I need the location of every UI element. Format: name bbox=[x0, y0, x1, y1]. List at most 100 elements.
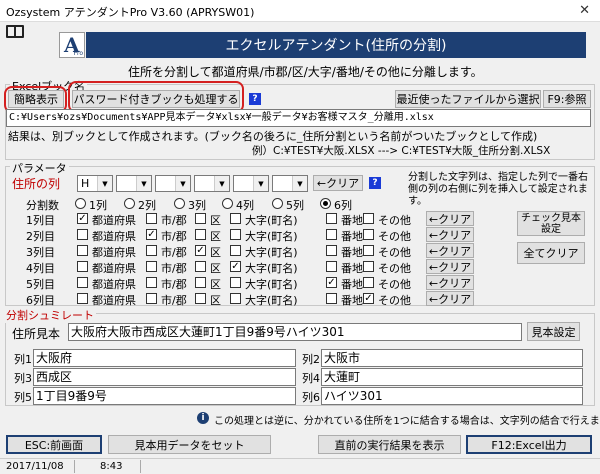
row-label: 1列目 bbox=[26, 214, 55, 227]
sample-set-button[interactable]: 見本設定 bbox=[527, 322, 580, 341]
app-logo: A Pro bbox=[59, 32, 85, 58]
address-column-label: 住所の列 bbox=[12, 177, 61, 191]
row-1-checkbox-4[interactable] bbox=[230, 213, 241, 224]
row-label: 6列目 bbox=[26, 294, 55, 307]
column-select-4[interactable]: ▼ bbox=[194, 175, 230, 192]
checkbox-label: 市/郡 bbox=[161, 262, 187, 275]
row-2-checkbox-4[interactable] bbox=[230, 229, 241, 240]
row-6-checkbox-1[interactable] bbox=[77, 293, 88, 304]
split-radio-label: 3列 bbox=[188, 199, 206, 212]
row-5-checkbox-3[interactable] bbox=[195, 277, 206, 288]
split-radio-1[interactable] bbox=[75, 198, 86, 209]
excel-path-field[interactable]: C:¥Users¥ozs¥Documents¥APP見本データ¥xlsx¥一般デ… bbox=[6, 109, 591, 127]
sample-address-field[interactable]: 大阪府大阪市西成区大蓮町1丁目9番9号ハイツ301 bbox=[68, 323, 522, 341]
row-3-checkbox-2[interactable] bbox=[146, 245, 157, 256]
sample-data-button[interactable]: 見本用データをセット bbox=[108, 435, 271, 454]
split-radio-5[interactable] bbox=[272, 198, 283, 209]
row-6-checkbox-2[interactable] bbox=[146, 293, 157, 304]
row-5-checkbox-6[interactable] bbox=[363, 277, 374, 288]
split-radio-label: 2列 bbox=[138, 199, 156, 212]
checkbox-label: 都道府県 bbox=[92, 278, 136, 291]
sim-column-field[interactable]: 大蓮町 bbox=[321, 368, 583, 386]
row-clear-button[interactable]: ←クリア bbox=[426, 227, 474, 242]
column-select-1[interactable]: H ▼ bbox=[77, 175, 113, 192]
row-4-checkbox-5[interactable] bbox=[326, 261, 337, 272]
column-select-6[interactable]: ▼ bbox=[272, 175, 308, 192]
split-radio-label: 4列 bbox=[236, 199, 254, 212]
book-icon[interactable] bbox=[6, 25, 24, 38]
column-select-3[interactable]: ▼ bbox=[155, 175, 191, 192]
row-clear-button[interactable]: ←クリア bbox=[426, 291, 474, 306]
recent-files-button[interactable]: 最近使ったファイルから選択 bbox=[395, 90, 541, 108]
row-2-checkbox-6[interactable] bbox=[363, 229, 374, 240]
row-clear-button[interactable]: ←クリア bbox=[426, 259, 474, 274]
row-3-checkbox-5[interactable] bbox=[326, 245, 337, 256]
row-2-checkbox-5[interactable] bbox=[326, 229, 337, 240]
row-5-checkbox-1[interactable] bbox=[77, 277, 88, 288]
row-2-checkbox-2[interactable]: ✓ bbox=[146, 229, 157, 240]
row-2-checkbox-3[interactable] bbox=[195, 229, 206, 240]
row-5-checkbox-4[interactable] bbox=[230, 277, 241, 288]
window-title: Ozsystem アテンダントPro V3.60 (APRYSW01) bbox=[6, 6, 255, 19]
column-select-5[interactable]: ▼ bbox=[233, 175, 269, 192]
row-clear-button[interactable]: ←クリア bbox=[426, 275, 474, 290]
checkbox-label: 番地 bbox=[341, 246, 363, 259]
sim-column-label: 列5 bbox=[14, 391, 32, 404]
result-note: 結果は、別ブックとして作成されます。(ブック名の後ろに_住所分割という名前がつい… bbox=[8, 130, 538, 143]
split-radio-3[interactable] bbox=[174, 198, 185, 209]
split-radio-4[interactable] bbox=[222, 198, 233, 209]
column-help-button[interactable]: ? bbox=[369, 177, 381, 189]
row-4-checkbox-1[interactable] bbox=[77, 261, 88, 272]
checkbox-label: 市/郡 bbox=[161, 278, 187, 291]
row-4-checkbox-2[interactable] bbox=[146, 261, 157, 272]
close-icon[interactable]: ✕ bbox=[579, 3, 590, 18]
checkbox-label: 番地 bbox=[341, 262, 363, 275]
row-5-checkbox-5[interactable]: ✓ bbox=[326, 277, 337, 288]
split-count-label: 分割数 bbox=[26, 199, 59, 212]
row-6-checkbox-4[interactable] bbox=[230, 293, 241, 304]
last-result-button[interactable]: 直前の実行結果を表示 bbox=[318, 435, 461, 454]
checkbox-label: 番地 bbox=[341, 214, 363, 227]
row-4-checkbox-6[interactable] bbox=[363, 261, 374, 272]
row-1-checkbox-5[interactable] bbox=[326, 213, 337, 224]
row-1-checkbox-6[interactable] bbox=[363, 213, 374, 224]
esc-back-button[interactable]: ESC:前画面 bbox=[6, 435, 102, 454]
f9-browse-button[interactable]: F9:参照 bbox=[543, 90, 591, 108]
row-6-checkbox-6[interactable]: ✓ bbox=[363, 293, 374, 304]
column-clear-button[interactable]: ←クリア bbox=[313, 175, 363, 191]
row-1-checkbox-3[interactable] bbox=[195, 213, 206, 224]
sim-column-field[interactable]: 大阪市 bbox=[321, 349, 583, 367]
row-1-checkbox-2[interactable] bbox=[146, 213, 157, 224]
row-4-checkbox-3[interactable] bbox=[195, 261, 206, 272]
check-sample-button[interactable]: チェック見本設定 bbox=[517, 211, 585, 236]
row-3-checkbox-3[interactable]: ✓ bbox=[195, 245, 206, 256]
f12-excel-output-button[interactable]: F12:Excel出力 bbox=[466, 435, 592, 454]
row-label: 5列目 bbox=[26, 278, 55, 291]
split-radio-6[interactable] bbox=[320, 198, 331, 209]
row-1-checkbox-1[interactable]: ✓ bbox=[77, 213, 88, 224]
column-select-2[interactable]: ▼ bbox=[116, 175, 152, 192]
sim-column-field[interactable]: ハイツ301 bbox=[321, 387, 583, 405]
row-clear-button[interactable]: ←クリア bbox=[426, 243, 474, 258]
row-4-checkbox-4[interactable]: ✓ bbox=[230, 261, 241, 272]
status-bar: 2017/11/08 8:43 bbox=[0, 458, 600, 474]
split-radio-2[interactable] bbox=[124, 198, 135, 209]
row-2-checkbox-1[interactable] bbox=[77, 229, 88, 240]
checkbox-label: その他 bbox=[378, 262, 411, 275]
checkbox-label: 区 bbox=[210, 214, 221, 227]
row-clear-button[interactable]: ←クリア bbox=[426, 211, 474, 226]
row-6-checkbox-5[interactable] bbox=[326, 293, 337, 304]
help-button[interactable]: ? bbox=[249, 93, 261, 105]
sim-column-field[interactable]: 1丁目9番9号 bbox=[33, 387, 296, 405]
chevron-down-icon: ▼ bbox=[214, 176, 229, 191]
row-3-checkbox-1[interactable] bbox=[77, 245, 88, 256]
row-3-checkbox-6[interactable] bbox=[363, 245, 374, 256]
row-6-checkbox-3[interactable] bbox=[195, 293, 206, 304]
sim-column-label: 列3 bbox=[14, 372, 32, 385]
row-3-checkbox-4[interactable] bbox=[230, 245, 241, 256]
row-5-checkbox-2[interactable] bbox=[146, 277, 157, 288]
clear-all-button[interactable]: 全てクリア bbox=[517, 242, 585, 264]
sim-column-field[interactable]: 西成区 bbox=[33, 368, 296, 386]
chevron-down-icon: ▼ bbox=[253, 176, 268, 191]
sim-column-field[interactable]: 大阪府 bbox=[33, 349, 296, 367]
